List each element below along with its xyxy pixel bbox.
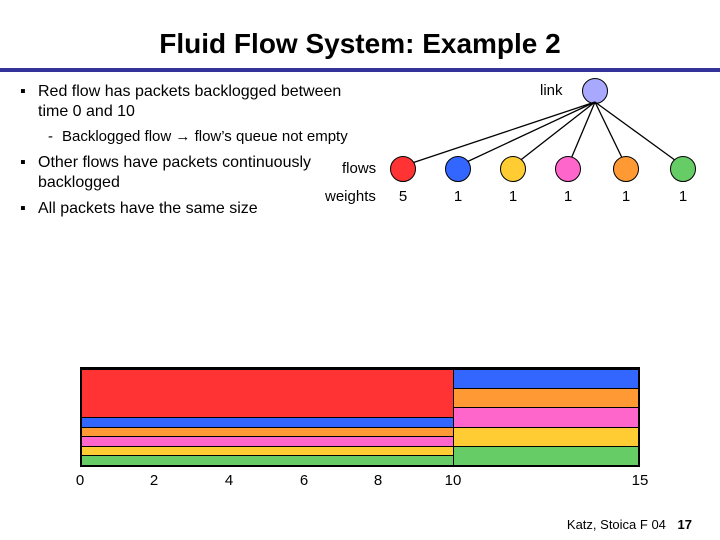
bullet-1-sub-text: Backlogged flow → flow’s queue not empty — [62, 128, 348, 147]
flow-node-icon — [613, 156, 639, 182]
flow-weight-label: 1 — [445, 188, 471, 205]
bullet-list: ▪ Red flow has packets backlogged betwee… — [20, 82, 360, 219]
bullet-1-sub: - Backlogged flow → flow’s queue not emp… — [48, 128, 360, 147]
timeline-xaxis: 024681015 — [80, 468, 640, 492]
xaxis-tick: 0 — [76, 472, 84, 489]
timeline-segment — [453, 369, 638, 388]
footer: Katz, Stoica F 04 17 — [567, 517, 692, 532]
xaxis-tick: 2 — [150, 472, 158, 489]
bullet-mark: ▪ — [20, 153, 38, 193]
weights-label: weights — [325, 188, 376, 205]
flow-lines-icon — [370, 78, 700, 188]
flows-label: flows — [342, 160, 376, 177]
page-title: Fluid Flow System: Example 2 — [0, 0, 720, 68]
flow-node-icon — [500, 156, 526, 182]
flow-node-icon — [445, 156, 471, 182]
bullet-mark: ▪ — [20, 82, 38, 122]
xaxis-tick: 10 — [445, 472, 462, 489]
timeline-segment — [82, 455, 453, 465]
bullet-1-text: Red flow has packets backlogged between … — [38, 82, 360, 122]
footer-credit: Katz, Stoica F 04 — [567, 517, 666, 532]
bullet-mark: ▪ — [20, 199, 38, 219]
flow-weight-label: 1 — [613, 188, 639, 205]
bullet-3: ▪ All packets have the same size — [20, 199, 360, 219]
timeline-segment — [453, 427, 638, 446]
xaxis-tick: 15 — [632, 472, 649, 489]
timeline-segment — [453, 446, 638, 465]
flow-weight-label: 1 — [500, 188, 526, 205]
sub-bullet-mark: - — [48, 128, 62, 147]
flow-node-icon — [670, 156, 696, 182]
bullet-2-text: Other flows have packets continuously ba… — [38, 153, 360, 193]
flow-weight-label: 5 — [390, 188, 416, 205]
content-area: ▪ Red flow has packets backlogged betwee… — [0, 72, 720, 452]
network-diagram: link flows weights 511111 — [370, 78, 700, 228]
bullet-1: ▪ Red flow has packets backlogged betwee… — [20, 82, 360, 122]
xaxis-tick: 8 — [374, 472, 382, 489]
bullet-3-text: All packets have the same size — [38, 199, 258, 219]
timeline-segment — [453, 407, 638, 426]
timeline-segment — [82, 427, 453, 437]
xaxis-tick: 4 — [225, 472, 233, 489]
flow-node-icon — [390, 156, 416, 182]
timeline-chart: 024681015 — [80, 367, 640, 492]
bullet-2: ▪ Other flows have packets continuously … — [20, 153, 360, 193]
timeline-segment — [82, 436, 453, 446]
timeline-segment — [82, 417, 453, 427]
flow-weight-label: 1 — [555, 188, 581, 205]
xaxis-tick: 6 — [300, 472, 308, 489]
flow-weight-label: 1 — [670, 188, 696, 205]
timeline-segment — [82, 446, 453, 456]
flow-node-icon — [555, 156, 581, 182]
timeline-segment — [82, 369, 453, 417]
page-number: 17 — [678, 517, 692, 532]
timeline-bars — [80, 367, 640, 467]
timeline-segment — [453, 388, 638, 407]
